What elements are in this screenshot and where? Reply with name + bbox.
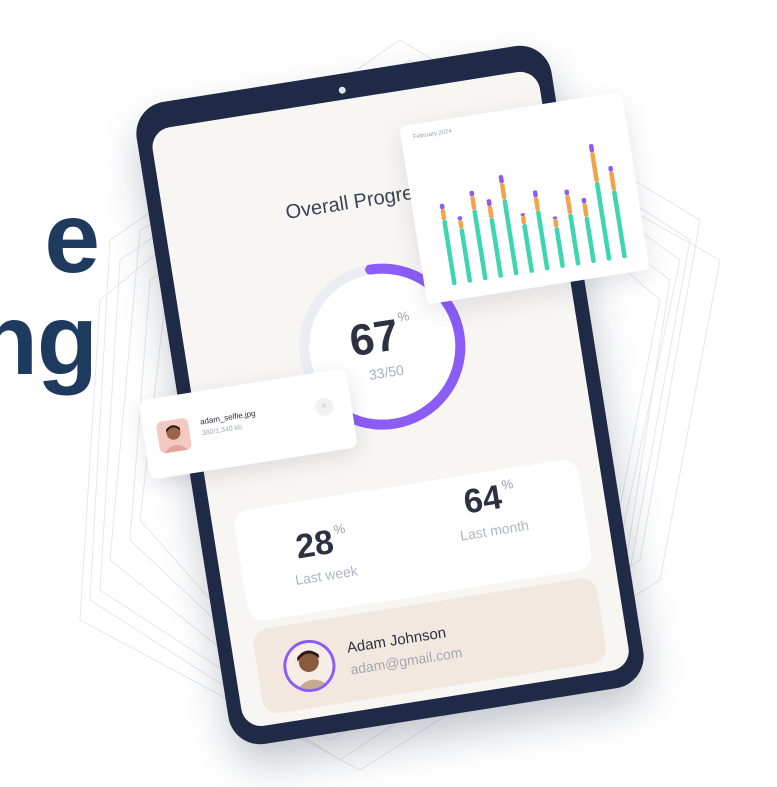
hero-heading-line-2: ng xyxy=(0,284,98,396)
bar-11-segment-1 xyxy=(594,181,612,261)
stat-last-month: 64% Last month xyxy=(427,471,555,548)
bar-2-segment-3 xyxy=(457,216,463,221)
bar-12-segment-2 xyxy=(609,171,617,191)
stat-last-month-value: 64 xyxy=(461,478,505,522)
bar-2-segment-1 xyxy=(459,228,472,283)
bar-7-segment-2 xyxy=(533,197,540,211)
bar-8-segment-2 xyxy=(553,219,559,228)
bar-9-segment-2 xyxy=(565,194,573,215)
bar-7-segment-3 xyxy=(532,190,538,198)
file-thumbnail xyxy=(155,417,193,455)
percent-sign: % xyxy=(500,475,515,493)
percent-sign: % xyxy=(396,308,411,325)
avatar-face-icon xyxy=(283,639,336,693)
bar-10-segment-2 xyxy=(582,203,589,218)
overall-percent-value: 67 xyxy=(346,310,403,367)
stacked-bar-chart xyxy=(439,144,627,286)
stat-last-week: 28% Last week xyxy=(264,516,382,591)
stat-last-week-value: 28 xyxy=(293,522,337,567)
close-icon[interactable]: × xyxy=(313,396,335,418)
bar-8-segment-3 xyxy=(552,216,558,220)
bar-9-segment-3 xyxy=(564,189,570,196)
bar-6-segment-2 xyxy=(521,215,527,225)
percent-sign: % xyxy=(332,520,347,538)
stacked-bar-chart-card: February 2024 xyxy=(399,91,650,305)
bar-1-segment-2 xyxy=(440,209,447,221)
file-thumbnail-image-icon xyxy=(155,417,193,455)
bar-6-segment-3 xyxy=(520,213,525,216)
bar-5-segment-2 xyxy=(499,183,507,200)
bar-11-segment-2 xyxy=(590,152,599,183)
bar-4-segment-3 xyxy=(486,199,492,207)
bar-12-segment-3 xyxy=(608,165,614,172)
bar-4-segment-2 xyxy=(487,205,494,219)
file-size: 380/1,340 kb xyxy=(201,424,243,438)
bar-10-segment-1 xyxy=(584,216,596,264)
bar-4-segment-1 xyxy=(489,218,503,278)
bar-3-segment-3 xyxy=(469,190,475,197)
bar-1-segment-3 xyxy=(439,203,445,210)
hero-heading-line-1: e xyxy=(44,182,100,294)
bar-11-segment-3 xyxy=(588,144,595,153)
bar-6-segment-1 xyxy=(522,223,534,273)
bar-10-segment-3 xyxy=(581,197,587,204)
bar-8-segment-1 xyxy=(554,227,565,268)
bar-7-segment-1 xyxy=(536,210,550,271)
file-name: adam_selfie.jpg xyxy=(199,408,257,427)
bar-3-segment-1 xyxy=(472,209,488,281)
bar-3-segment-2 xyxy=(470,196,477,210)
bar-5-segment-1 xyxy=(502,199,519,276)
bar-12-segment-1 xyxy=(612,190,627,259)
user-avatar[interactable] xyxy=(279,636,340,696)
bar-1-segment-1 xyxy=(442,219,457,286)
bar-2-segment-2 xyxy=(458,220,464,229)
bar-9-segment-1 xyxy=(568,213,581,266)
bar-5-segment-3 xyxy=(498,175,504,184)
